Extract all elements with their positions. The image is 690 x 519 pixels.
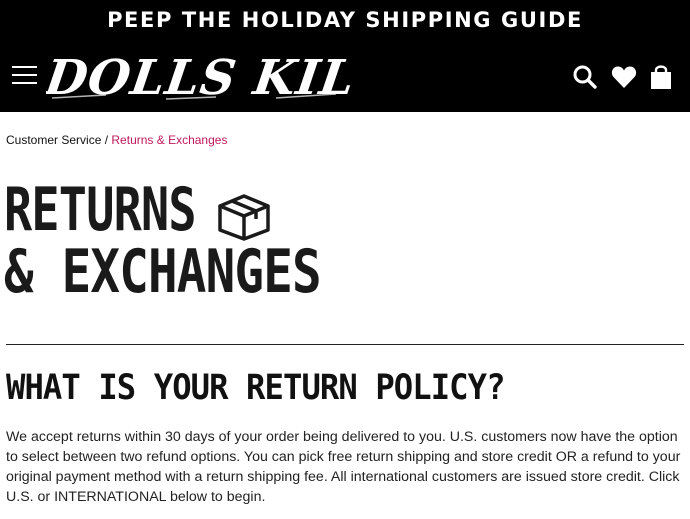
section-divider [6,344,684,345]
breadcrumb-customer-service[interactable]: Customer Service [6,133,101,147]
shopping-bag-icon[interactable] [648,64,674,90]
heart-icon[interactable] [611,64,637,90]
breadcrumb: Customer Service / Returns & Exchanges [6,133,227,147]
return-policy-text: We accept returns within 30 days of your… [6,429,681,505]
page-title: RETURNS & EXCHANGES [4,180,390,304]
breadcrumb-current: Returns & Exchanges [111,133,228,147]
box-icon [218,194,270,241]
dolls-kill-logo[interactable]: DOLLS KILL [46,48,351,104]
promo-banner[interactable]: PEEP THE HOLIDAY SHIPPING GUIDE [0,0,690,40]
site-header: DOLLS KILL [0,40,690,112]
return-policy-heading: WHAT IS YOUR RETURN POLICY? [6,368,506,408]
promo-text[interactable]: PEEP THE HOLIDAY SHIPPING GUIDE [107,8,583,32]
menu-icon[interactable] [12,66,37,85]
breadcrumb-separator: / [101,133,112,147]
page-title-line2: & EXCHANGES [4,237,322,307]
search-icon[interactable] [572,64,598,90]
